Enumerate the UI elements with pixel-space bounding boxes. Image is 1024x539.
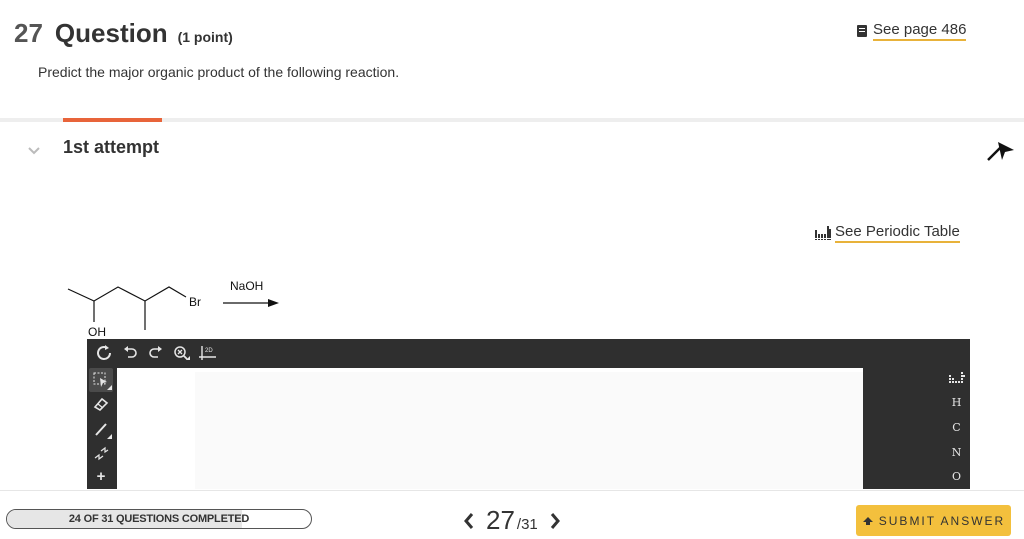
oh-label: OH: [88, 325, 106, 339]
selection-icon[interactable]: [89, 368, 113, 393]
question-word: Question: [54, 18, 168, 48]
svg-text:2D: 2D: [205, 348, 213, 354]
reaction-scheme: OH Br NaOH: [67, 279, 279, 339]
question-title: 27 Question (1 point): [14, 18, 233, 49]
atom-h-button[interactable]: H: [943, 391, 970, 416]
question-number: 27: [14, 18, 43, 48]
canvas-drawing-area: [195, 372, 863, 489]
total-questions: /31: [516, 516, 538, 533]
reaction-arrow: [223, 299, 279, 307]
bond-icon[interactable]: [89, 416, 113, 440]
see-page-link[interactable]: See page 486: [857, 21, 967, 41]
redo-icon[interactable]: [143, 342, 169, 364]
previous-question-icon[interactable]: [460, 508, 478, 534]
upload-cloud-icon: [862, 516, 873, 525]
question-header: 27 Question (1 point) Predict the major …: [0, 0, 1024, 118]
question-pager: 27 /31: [460, 505, 564, 536]
periodic-table-picker-icon[interactable]: [943, 366, 970, 391]
next-question-icon[interactable]: [546, 508, 564, 534]
attempt-label[interactable]: 1st attempt: [63, 137, 159, 158]
progress-label: 24 OF 31 QUESTIONS COMPLETED: [68, 513, 250, 525]
undo-icon[interactable]: [117, 342, 143, 364]
molecule-editor: 2D + H C N O: [87, 339, 970, 489]
submit-answer-button[interactable]: SUBMIT ANSWER: [856, 505, 1011, 536]
question-points: (1 point): [177, 29, 233, 45]
editor-top-toolbar: 2D: [87, 339, 970, 366]
editor-atom-toolbar: H C N O: [943, 366, 970, 489]
ring-icon[interactable]: [91, 342, 117, 364]
atom-o-button[interactable]: O: [943, 464, 970, 489]
drawing-canvas[interactable]: [117, 368, 863, 489]
reagent-label: NaOH: [230, 279, 263, 293]
book-icon: [857, 25, 867, 37]
atom-n-button[interactable]: N: [943, 440, 970, 465]
editor-left-toolbar: +: [87, 366, 115, 489]
attempt-tab-indicator: [63, 118, 162, 122]
zoom-icon[interactable]: [169, 342, 195, 364]
charge-plus-icon[interactable]: +: [89, 465, 113, 489]
periodic-table-link[interactable]: See Periodic Table: [815, 223, 960, 243]
pin-icon[interactable]: [985, 138, 1015, 162]
chain-icon[interactable]: [89, 441, 113, 465]
submit-answer-label: SUBMIT ANSWER: [878, 513, 1006, 528]
atom-c-button[interactable]: C: [943, 415, 970, 440]
current-question-number: 27: [486, 505, 515, 535]
progress-bar: 24 OF 31 QUESTIONS COMPLETED: [6, 509, 312, 529]
see-page-label: See page 486: [873, 21, 967, 41]
question-prompt: Predict the major organic product of the…: [38, 64, 400, 80]
eraser-icon[interactable]: [89, 392, 113, 416]
br-label: Br: [189, 295, 201, 309]
2d-view-icon[interactable]: 2D: [195, 342, 221, 364]
periodic-table-icon: [815, 226, 831, 240]
footer-bar: 24 OF 31 QUESTIONS COMPLETED 27 /31 SUBM…: [0, 490, 1024, 539]
chevron-down-icon[interactable]: [28, 143, 40, 155]
periodic-table-label: See Periodic Table: [835, 223, 960, 243]
reactant-skeletal-structure: [67, 286, 187, 330]
